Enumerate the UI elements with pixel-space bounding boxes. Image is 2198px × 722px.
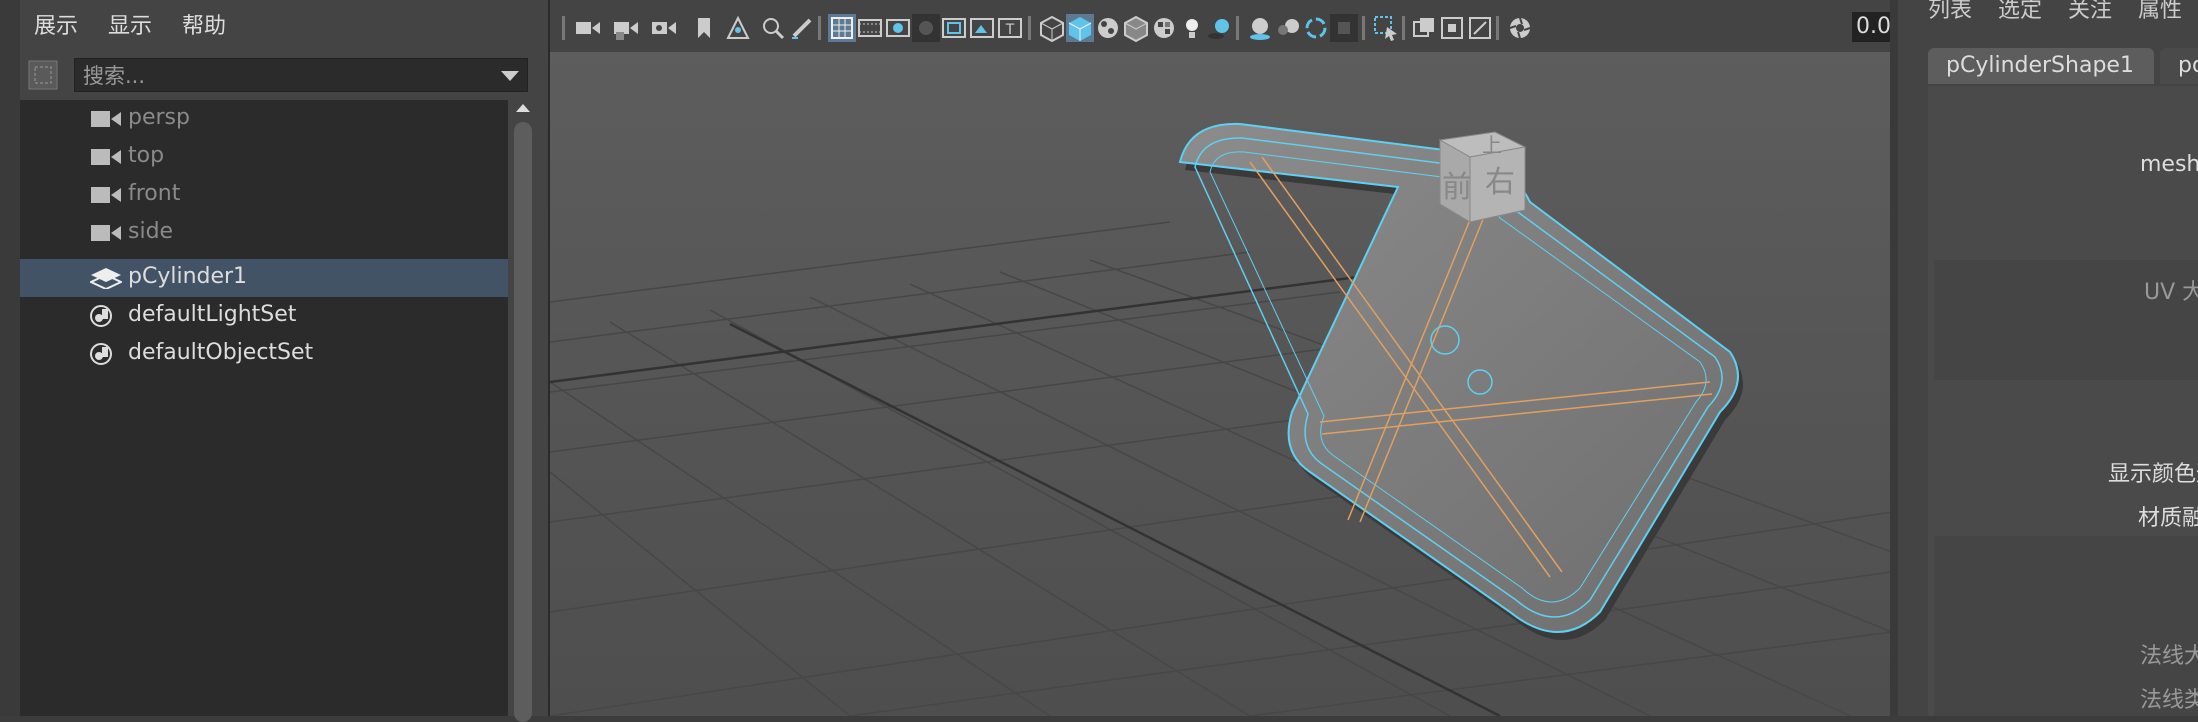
ambient-occlusion-icon[interactable] [1246,14,1274,42]
list-item[interactable]: persp [20,100,508,138]
menu-focus[interactable]: 关注 [2068,0,2112,24]
display-colors-label: 显示颜色通 [2108,462,2198,487]
transform-icon [90,268,122,289]
outliner-list: persp top front side pCylinder1 defaultL… [20,100,508,716]
outliner-panel: 展示 显示 帮助 persp top front side [0,0,548,722]
outliner-scrollbar[interactable] [512,100,534,722]
exposure-icon[interactable] [1506,14,1534,42]
menu-attributes[interactable]: 属性 [2138,0,2182,24]
toolbar-separator [1402,16,1405,40]
toolbar-separator [818,16,821,40]
list-item[interactable]: defaultObjectSet [20,335,508,373]
grease-pencil-icon[interactable] [788,14,816,42]
gate-mask-icon[interactable] [912,14,940,42]
shadows-icon[interactable] [1206,14,1234,42]
depth-of-field-icon[interactable] [1330,14,1358,42]
wireframe-on-shaded-icon[interactable] [1122,14,1150,42]
outliner-menubar: 展示 显示 帮助 [20,0,548,46]
set-icon [90,305,112,327]
normals-size-label: 法线大 [2140,644,2198,669]
film-gate-icon[interactable] [856,14,884,42]
list-item-label: front [128,181,181,206]
attribute-editor-panel: 列表 选定 关注 属性 pCylinderShape1 po mesh UV 大… [1890,0,2198,716]
viewcube-right-label: 右 [1485,165,1515,200]
xray-icon[interactable] [1410,14,1438,42]
wireframe-icon[interactable] [1038,14,1066,42]
list-item-label: persp [128,105,190,130]
attribute-body: mesh UV 大 显示颜色通 材质融 法线大 法线类 [1928,86,2198,716]
set-icon [90,343,112,365]
toolbar-separator [1236,16,1239,40]
camera-attributes-icon[interactable] [650,14,678,42]
svg-text:T: T [1005,22,1015,38]
lights-icon[interactable] [1178,14,1206,42]
viewcube-top-label: 上 [1482,133,1502,157]
menu-help[interactable]: 帮助 [182,8,226,40]
camera-icon [91,225,121,241]
camera-icon [91,149,121,165]
motion-blur-icon[interactable] [1274,14,1302,42]
menu-list[interactable]: 列表 [1928,0,1972,24]
uv-size-label: UV 大 [2144,280,2198,305]
xray-components-icon[interactable] [1466,14,1494,42]
list-item-label: top [128,143,165,168]
menu-show[interactable]: 显示 [108,8,152,40]
isolate-select-icon[interactable] [1372,14,1400,42]
viewport-scene[interactable]: 上 前 右 [550,52,1892,716]
search-box[interactable] [74,58,528,93]
list-item-label: defaultLightSet [128,302,297,327]
list-item[interactable]: top [20,138,508,176]
tab-pcylindershape1[interactable]: pCylinderShape1 [1928,48,2154,84]
list-item[interactable]: front [20,176,508,214]
camera-lock-icon[interactable] [612,14,640,42]
camera-icon [91,111,121,127]
list-item[interactable]: defaultLightSet [20,297,508,335]
panel-edge [0,0,20,716]
list-item-label: pCylinder1 [128,264,248,289]
default-material-icon[interactable] [1094,14,1122,42]
bookmark-icon[interactable] [690,14,718,42]
scrollbar-thumb[interactable] [514,122,532,722]
view-cube[interactable]: 上 前 右 [1438,131,1527,223]
select-camera-icon[interactable] [574,14,602,42]
xray-joints-icon[interactable] [1438,14,1466,42]
image-plane-icon[interactable] [724,14,752,42]
menu-selected[interactable]: 选定 [1998,0,2042,24]
toolbar-separator [1362,16,1365,40]
camera-icon [91,187,121,203]
safe-action-icon[interactable] [968,14,996,42]
normals-type-label: 法线类 [2140,688,2198,713]
list-item-label: side [128,219,174,244]
resolution-gate-icon[interactable] [884,14,912,42]
toolbar-separator [1028,16,1031,40]
toolbar-separator [562,16,565,40]
attribute-tabs: pCylinderShape1 po [1928,48,2198,86]
list-item-label: defaultObjectSet [128,340,314,365]
mesh-label: mesh [2140,152,2198,177]
2d-pan-zoom-icon[interactable] [758,14,786,42]
search-row [20,56,528,96]
list-item[interactable]: pCylinder1 [20,259,508,297]
search-input[interactable] [75,59,495,93]
material-blend-label: 材质融 [2138,506,2198,531]
textured-icon[interactable] [1150,14,1178,42]
anti-aliasing-icon[interactable] [1302,14,1330,42]
list-item[interactable]: side [20,214,508,252]
toolbar-separator [1496,16,1499,40]
tab-polycylinder[interactable]: po [2160,48,2198,84]
viewcube-front-label: 前 [1442,170,1472,205]
scroll-up-icon[interactable] [516,104,530,112]
grid-icon[interactable] [828,14,856,42]
safe-title-icon[interactable]: T [996,14,1024,42]
menu-display[interactable]: 展示 [34,8,78,40]
viewport-panel[interactable]: T 0.00 [548,0,1896,716]
smooth-shade-icon[interactable] [1066,14,1094,42]
filter-icon[interactable] [26,58,60,92]
chevron-down-icon[interactable] [501,71,519,81]
viewport-toolbar: T 0.00 [550,0,1896,52]
field-chart-icon[interactable] [940,14,968,42]
